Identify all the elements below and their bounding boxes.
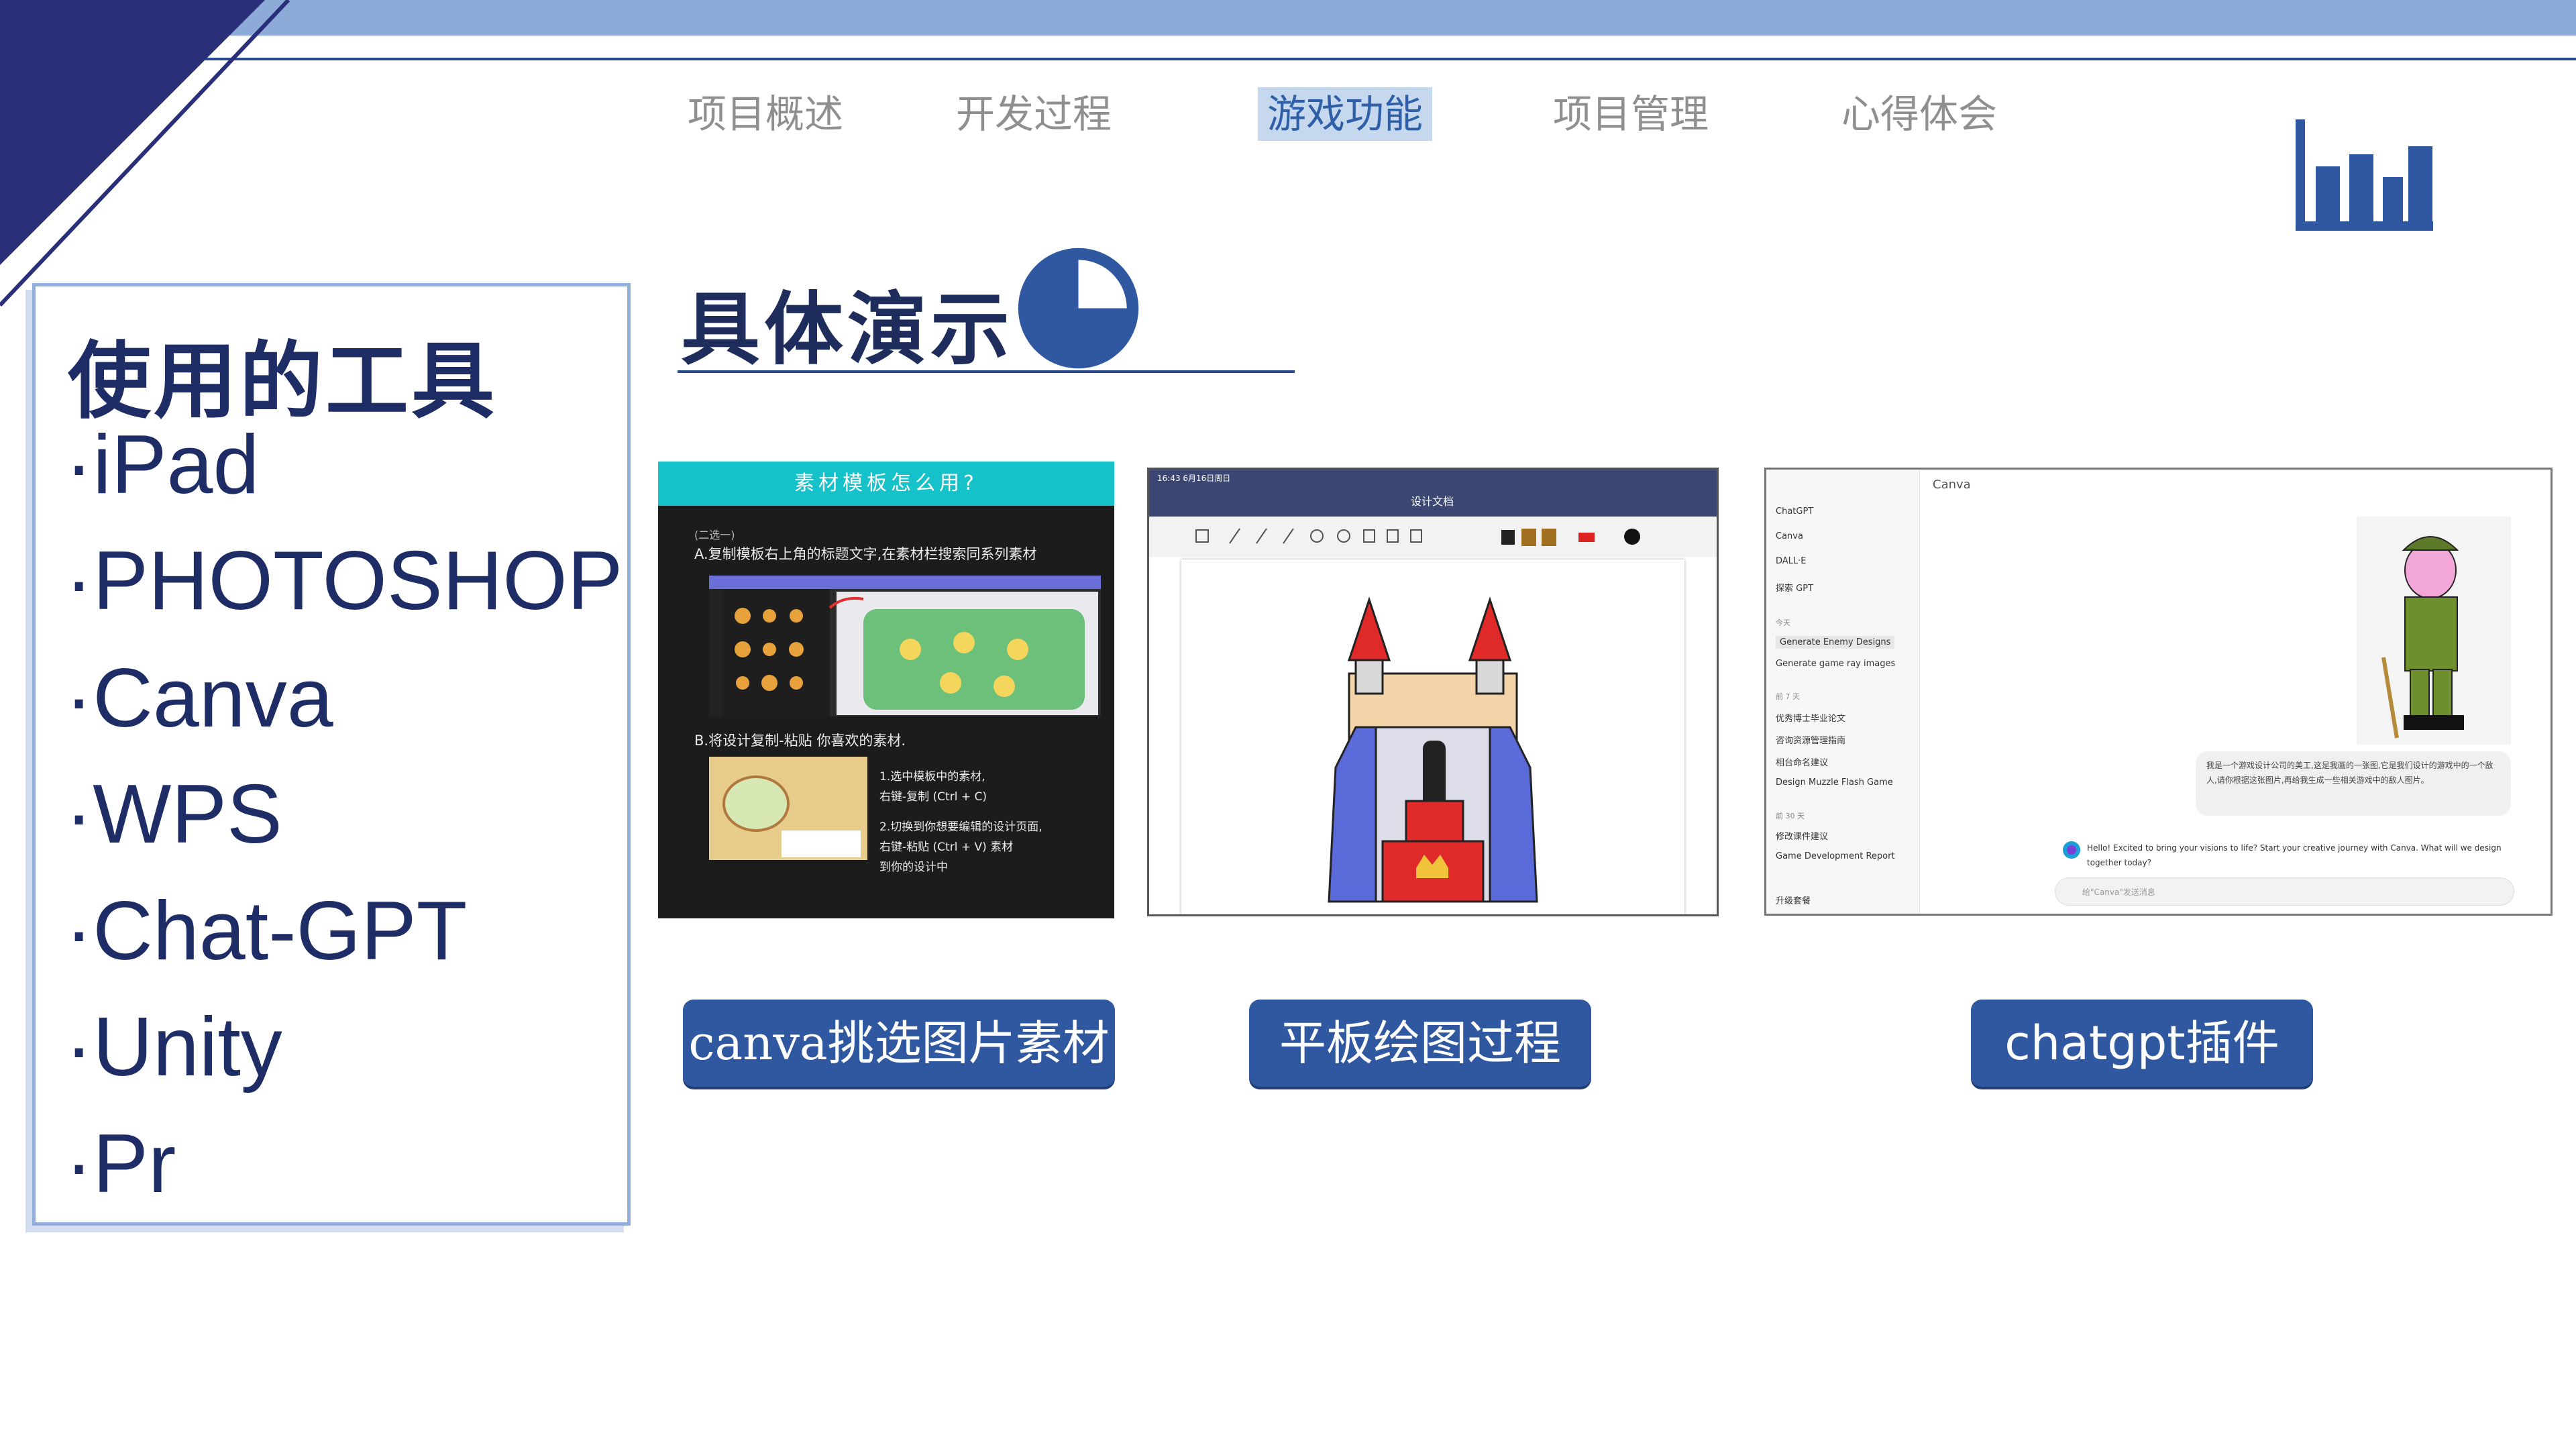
history-item[interactable]: Game Development Report xyxy=(1776,851,1895,861)
sidebar-section-month: 前 30 天 xyxy=(1776,812,1805,820)
nav-tab-overview[interactable]: 项目概述 xyxy=(688,87,843,141)
tool-item-ipad: ·iPad xyxy=(65,419,260,511)
pie-progress-icon xyxy=(1018,248,1139,369)
user-message-bubble: 我是一个游戏设计公司的美工,这是我画的一张图,它是我们设计的游戏中的一个敌人,请… xyxy=(2196,751,2511,816)
canva-tutorial-header: 素材模板怎么用? xyxy=(658,462,1114,506)
tools-heading: 使用的工具 xyxy=(68,333,498,430)
tool-item-chatgpt: ·Chat-GPT xyxy=(65,885,468,977)
tool-item-canva: ·Canva xyxy=(65,652,333,745)
history-item[interactable]: Design Muzzle Flash Game xyxy=(1776,777,1893,788)
history-item[interactable]: 相台命名建议 xyxy=(1776,755,1828,768)
top-divider-line xyxy=(0,58,2576,60)
nav-tab-management[interactable]: 项目管理 xyxy=(1553,87,1709,141)
tablet-drawing-screenshot: 16:43 6月16日周日 设计文档 xyxy=(1147,468,1719,916)
canva-tutorial-step-b2c: 到你的设计中 xyxy=(879,861,948,874)
sidebar-section-week: 前 7 天 xyxy=(1776,692,1800,701)
canva-tutorial-step-b1: 1.选中模板中的素材, xyxy=(879,770,985,784)
bar-chart-icon xyxy=(2296,119,2433,231)
canva-tutorial-sub: (二选一) xyxy=(694,529,735,541)
chatgpt-plugin-screenshot: ChatGPT Canva DALL·E 探索 GPT 今天 Generate … xyxy=(1764,468,2553,916)
chatgpt-sidebar: ChatGPT Canva DALL·E 探索 GPT 今天 Generate … xyxy=(1766,470,1920,914)
tablet-tool-icons xyxy=(1195,528,1640,546)
history-item[interactable]: Generate Enemy Designs xyxy=(1776,636,1895,649)
nav-tab-reflections[interactable]: 心得体会 xyxy=(1841,87,1997,141)
canva-tutorial-step-a: A.复制模板右上角的标题文字,在素材栏搜索同系列素材 xyxy=(694,546,1037,562)
tablet-doc-title: 设计文档 xyxy=(1411,495,1454,508)
history-item[interactable]: 优秀博士毕业论文 xyxy=(1776,711,1845,724)
sidebar-section-today: 今天 xyxy=(1776,619,1790,627)
tool-item-photoshop: ·PHOTOSHOP xyxy=(65,535,623,627)
chatgpt-plugin-button[interactable]: chatgpt插件 xyxy=(1971,1000,2313,1087)
tablet-canvas-page xyxy=(1181,559,1684,914)
history-item[interactable]: Generate game ray images xyxy=(1776,659,1895,669)
enemy-soldier-image xyxy=(2357,517,2511,745)
canva-logo-icon xyxy=(2063,841,2080,859)
title-underline xyxy=(678,370,1295,373)
tablet-status-time: 16:43 6月16日周日 xyxy=(1157,474,1231,483)
history-item[interactable]: 咨询资源管理指南 xyxy=(1776,733,1845,746)
corner-triangle-decoration xyxy=(0,0,290,307)
tablet-drawing-toolbar xyxy=(1149,517,1717,557)
tablet-drawing-button[interactable]: 平板绘图过程 xyxy=(1249,1000,1591,1087)
canva-tutorial-step-b1b: 右键-复制 (Ctrl + C) xyxy=(879,790,987,804)
nav-tab-game-features[interactable]: 游戏功能 xyxy=(1258,87,1433,141)
tool-item-wps: ·WPS xyxy=(65,768,282,861)
sidebar-item-dalle[interactable]: DALL·E xyxy=(1776,556,1807,566)
section-title: 具体演示 xyxy=(681,283,1014,376)
nav-tab-development[interactable]: 开发过程 xyxy=(956,87,1112,141)
sidebar-item-canva[interactable]: Canva xyxy=(1776,531,1803,541)
sidebar-item-chatgpt[interactable]: ChatGPT xyxy=(1776,506,1813,517)
canva-editor-thumbnail xyxy=(709,576,1101,716)
canva-materials-button[interactable]: canva挑选图片素材 xyxy=(683,1000,1115,1087)
castle-drawing xyxy=(1328,596,1538,903)
canva-cup-thumbnail xyxy=(709,757,867,860)
sidebar-item-explore[interactable]: 探索 GPT xyxy=(1776,581,1813,594)
tool-item-pr: ·Pr xyxy=(65,1118,176,1210)
canva-tutorial-step-b2b: 右键-粘贴 (Ctrl + V) 素材 xyxy=(879,841,1014,854)
canva-tutorial-step-b2: 2.切换到你想要编辑的设计页面, xyxy=(879,820,1042,834)
tools-panel: 使用的工具 ·iPad ·PHOTOSHOP ·Canva ·WPS ·Chat… xyxy=(32,283,631,1226)
history-item[interactable]: 升级套餐 xyxy=(1776,894,1811,906)
top-accent-band xyxy=(0,0,2576,36)
chatgpt-model-selector[interactable]: Canva xyxy=(1933,478,1971,492)
assistant-reply: Hello! Excited to bring your visions to … xyxy=(2087,843,2502,867)
message-input[interactable]: 给"Canva"发送消息 xyxy=(2055,877,2514,906)
canva-tutorial-step-b: B.将设计复制-粘贴 你喜欢的素材. xyxy=(694,733,906,749)
tool-item-unity: ·Unity xyxy=(65,1001,282,1093)
canva-tutorial-screenshot: 素材模板怎么用? (二选一) A.复制模板右上角的标题文字,在素材栏搜索同系列素… xyxy=(658,462,1114,918)
history-item[interactable]: 修改课件建议 xyxy=(1776,829,1828,842)
